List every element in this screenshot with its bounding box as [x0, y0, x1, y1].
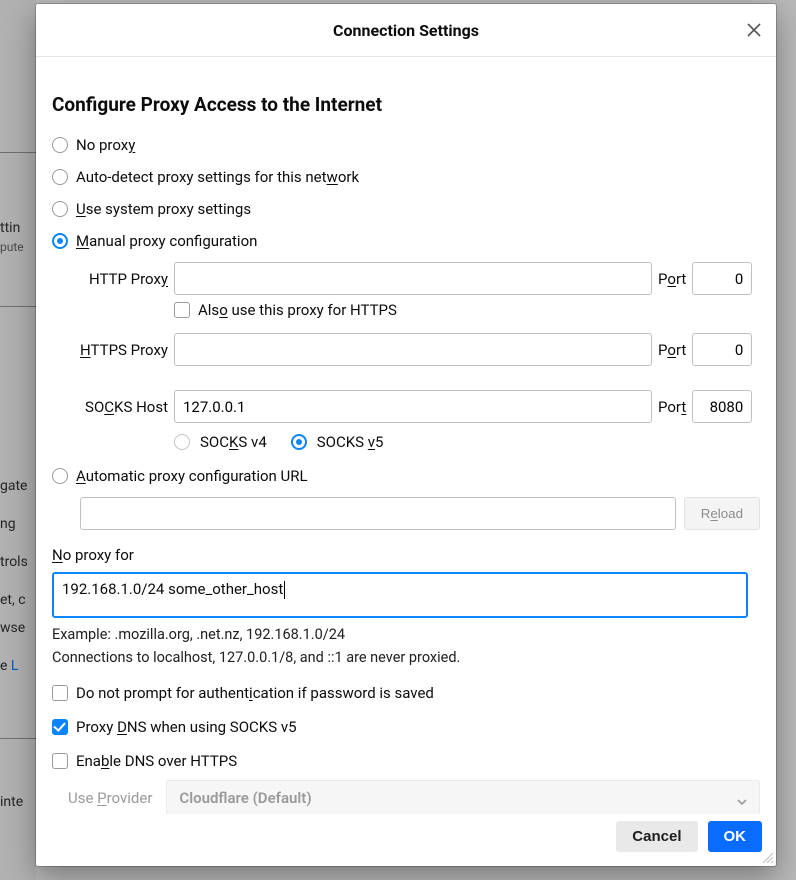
pac-url-input[interactable]	[80, 497, 676, 530]
radio-use-system[interactable]: Use system proxy settings	[52, 198, 760, 220]
https-proxy-row: HTTPS Proxy Port	[68, 333, 760, 366]
doh-provider-row: Use Provider Cloudflare (Default)	[68, 780, 760, 814]
dialog-body: Configure Proxy Access to the Internet N…	[36, 57, 776, 814]
socks-host-row: SOCKS Host Port	[68, 390, 760, 423]
chevron-down-icon	[737, 793, 747, 803]
no-proxy-note: Connections to localhost, 127.0.0.1/8, a…	[52, 649, 760, 666]
reload-button: Reload	[684, 497, 760, 530]
radio-auto-url[interactable]: Automatic proxy configuration URL	[52, 465, 760, 487]
https-proxy-input[interactable]	[174, 333, 652, 366]
radio-auto-detect[interactable]: Auto-detect proxy settings for this netw…	[52, 166, 760, 188]
https-proxy-label: HTTPS Proxy	[68, 341, 168, 359]
no-proxy-for-label: No proxy for	[52, 546, 760, 564]
http-proxy-row: HTTP Proxy Port	[68, 262, 760, 295]
also-use-https-checkbox[interactable]: Also use this proxy for HTTPS	[174, 301, 760, 319]
http-port-input[interactable]	[692, 262, 752, 295]
radio-icon	[52, 201, 68, 217]
no-proxy-example: Example: .mozilla.org, .net.nz, 192.168.…	[52, 626, 760, 643]
radio-socks-v5[interactable]	[291, 434, 307, 450]
socks-host-label: SOCKS Host	[68, 398, 168, 416]
doh-provider-select: Cloudflare (Default)	[166, 780, 760, 814]
no-proxy-for-textarea[interactable]: 192.168.1.0/24 some_other_host	[52, 572, 748, 618]
radio-icon	[52, 233, 68, 249]
radio-icon	[52, 468, 68, 484]
radio-no-proxy[interactable]: No proxy	[52, 134, 760, 156]
connection-settings-dialog: Connection Settings Configure Proxy Acce…	[36, 4, 776, 866]
page-title: Configure Proxy Access to the Internet	[52, 93, 760, 116]
doh-provider-label: Use Provider	[68, 789, 152, 807]
socks-port-input[interactable]	[692, 390, 752, 423]
socks-v5-label: SOCKS v5	[317, 433, 384, 451]
socks-port-label: Port	[658, 398, 686, 416]
checkbox-icon	[174, 302, 190, 318]
socks-host-input[interactable]	[174, 390, 652, 423]
radio-manual[interactable]: Manual proxy configuration	[52, 230, 760, 252]
radio-socks-v4[interactable]	[174, 434, 190, 450]
dialog-title: Connection Settings	[333, 21, 479, 40]
dialog-header: Connection Settings	[36, 4, 776, 57]
http-port-label: Port	[658, 270, 686, 288]
pac-url-row: Reload	[80, 497, 760, 530]
socks-version-group: SOCKS v4 SOCKS v5	[174, 433, 760, 451]
dialog-footer: Cancel OK	[616, 821, 762, 852]
http-proxy-label: HTTP Proxy	[68, 270, 168, 288]
close-icon[interactable]	[742, 18, 766, 42]
checkbox-icon	[52, 719, 68, 735]
checkbox-icon	[52, 685, 68, 701]
checkbox-no-auth-prompt[interactable]: Do not prompt for authentication if pass…	[52, 684, 760, 702]
checkbox-dns-over-https[interactable]: Enable DNS over HTTPS	[52, 752, 760, 770]
cancel-button[interactable]: Cancel	[616, 821, 697, 852]
https-port-input[interactable]	[692, 333, 752, 366]
ok-button[interactable]: OK	[708, 821, 763, 852]
radio-icon	[52, 169, 68, 185]
https-port-label: Port	[658, 341, 686, 359]
socks-v4-label: SOCKS v4	[200, 433, 267, 451]
checkbox-icon	[52, 753, 68, 769]
checkbox-proxy-dns-socks5[interactable]: Proxy DNS when using SOCKS v5	[52, 718, 760, 736]
radio-icon	[52, 137, 68, 153]
http-proxy-input[interactable]	[174, 262, 652, 295]
resize-grip-icon[interactable]	[760, 850, 774, 864]
text-caret-icon	[284, 581, 285, 599]
